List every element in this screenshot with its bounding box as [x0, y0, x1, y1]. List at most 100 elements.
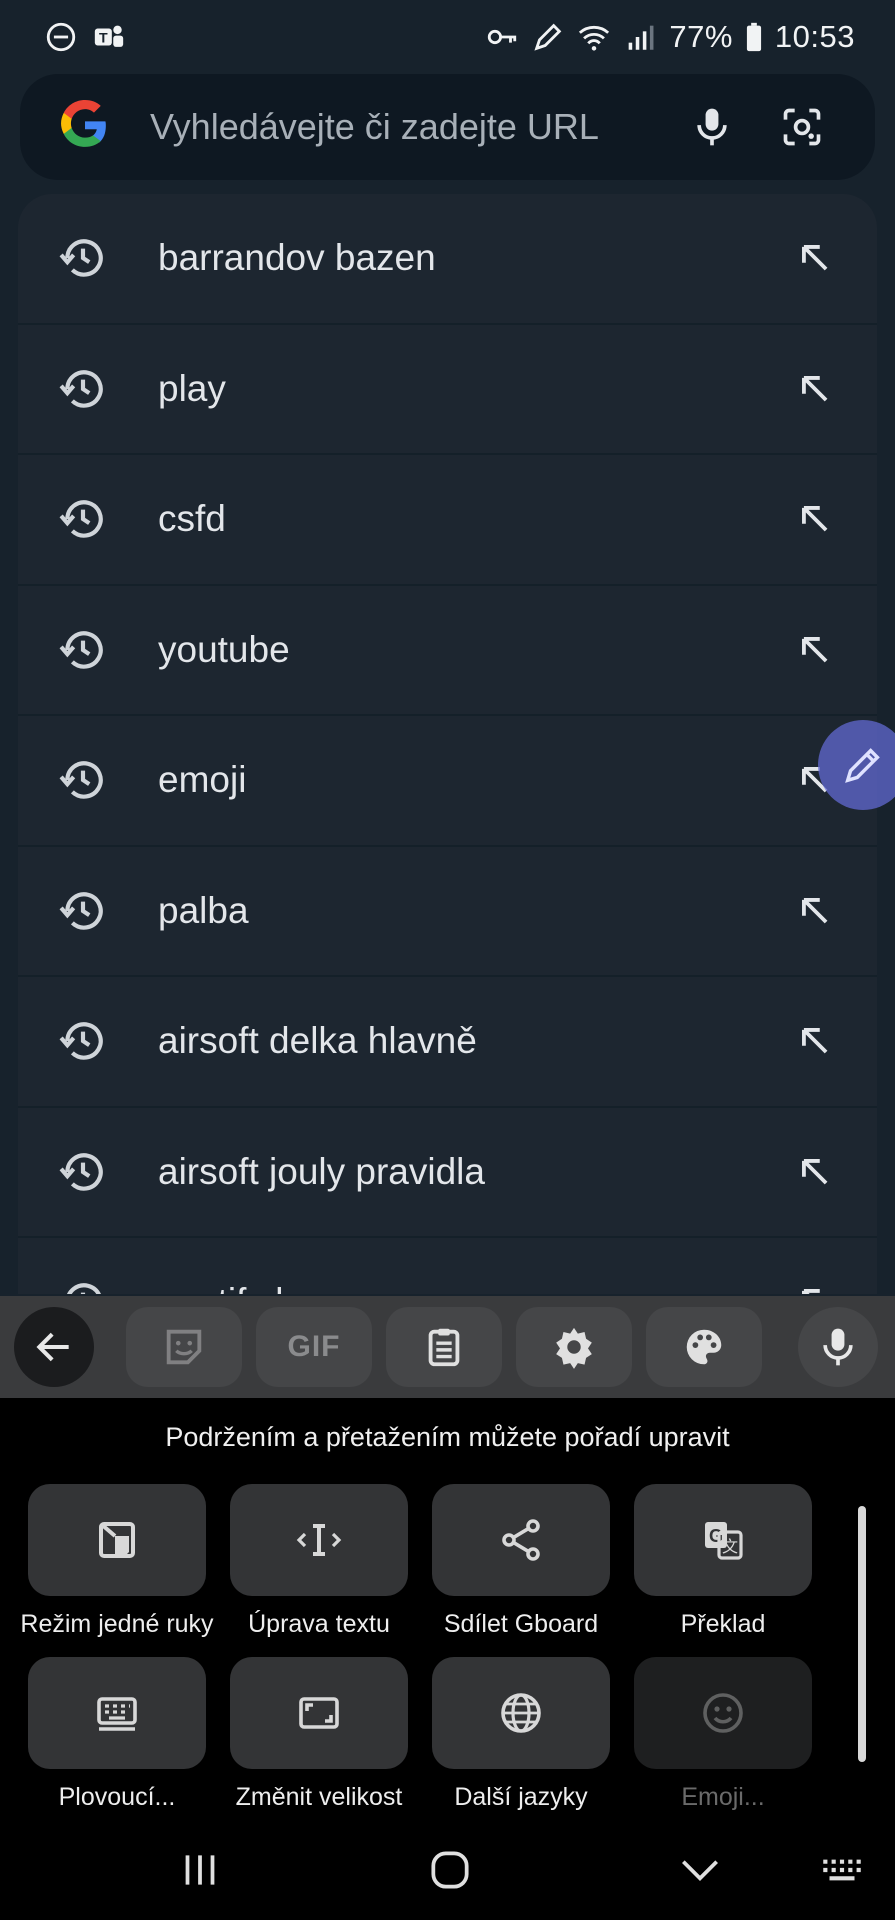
- suggestion-item[interactable]: airsoft delka hlavně: [18, 977, 877, 1108]
- tool-emoji[interactable]: Emoji...: [634, 1657, 812, 1814]
- tool-button[interactable]: G文: [634, 1484, 812, 1596]
- one-hand-icon: [99, 1522, 135, 1558]
- text-cursor-icon: [296, 1524, 342, 1556]
- suggestion-item[interactable]: spotify ba...: [18, 1238, 877, 1294]
- tool-label: Další jazyky: [454, 1783, 588, 1811]
- suggestion-text: airsoft jouly pravidla: [158, 1150, 485, 1192]
- fill-query-icon[interactable]: [785, 620, 845, 680]
- panel-scrollbar[interactable]: [858, 1506, 866, 1762]
- suggestion-text: youtube: [158, 628, 290, 670]
- lens-button[interactable]: [757, 82, 847, 172]
- suggestion-text: barrandov bazen: [158, 237, 436, 279]
- suggestion-item[interactable]: emoji: [18, 716, 877, 847]
- history-icon: [58, 1016, 108, 1066]
- tool-languages[interactable]: Další jazyky: [432, 1657, 610, 1814]
- teams-icon: T: [92, 20, 126, 54]
- clock: 10:53: [774, 19, 855, 54]
- fill-query-icon[interactable]: [785, 359, 845, 419]
- keyboard-back-button[interactable]: [14, 1307, 94, 1387]
- hide-keyboard-button[interactable]: [670, 1840, 730, 1900]
- sticker-button[interactable]: [126, 1307, 242, 1387]
- history-icon: [58, 494, 108, 544]
- suggestion-text: spotify ba...: [158, 1281, 785, 1294]
- do-not-disturb-icon: [44, 20, 78, 54]
- search-input[interactable]: [150, 106, 667, 148]
- tool-share-gboard[interactable]: Sdílet Gboard: [432, 1484, 610, 1641]
- tool-translate[interactable]: G文 Překlad: [634, 1484, 812, 1641]
- voice-search-button[interactable]: [667, 82, 757, 172]
- keyboard-voice-button[interactable]: [798, 1307, 878, 1387]
- keyboard-switch-icon: [823, 1859, 861, 1881]
- settings-button[interactable]: [516, 1307, 632, 1387]
- tool-button[interactable]: [28, 1484, 206, 1596]
- hide-keyboard-icon: [682, 1860, 718, 1881]
- mic-icon: [697, 108, 727, 146]
- tool-button[interactable]: [634, 1657, 812, 1769]
- svg-text:T: T: [99, 31, 108, 47]
- home-icon: [431, 1851, 469, 1889]
- history-icon: [58, 1277, 108, 1294]
- keyboard-icon: [97, 1697, 137, 1731]
- history-icon: [58, 886, 108, 936]
- fill-query-icon[interactable]: [785, 881, 845, 941]
- history-icon: [58, 364, 108, 414]
- history-icon: [58, 233, 108, 283]
- wifi-icon: [577, 20, 611, 54]
- tool-button[interactable]: [230, 1657, 408, 1769]
- keyboard-switch-button[interactable]: [812, 1840, 872, 1900]
- sticker-icon: [166, 1329, 202, 1365]
- tool-text-editing[interactable]: Úprava textu: [230, 1484, 408, 1641]
- tool-one-hand-mode[interactable]: Režim jedné ruky: [20, 1484, 214, 1641]
- suggestion-text: csfd: [158, 498, 226, 540]
- gif-button[interactable]: GIF: [256, 1307, 372, 1387]
- status-right: 77% 10:53: [485, 19, 855, 55]
- suggestion-item[interactable]: barrandov bazen: [18, 194, 877, 325]
- suggestion-item[interactable]: play: [18, 325, 877, 455]
- suggestion-item[interactable]: airsoft jouly pravidla: [18, 1108, 877, 1238]
- fill-query-icon[interactable]: [785, 1142, 845, 1202]
- status-bar: T 77% 10:53: [0, 0, 895, 74]
- resize-icon: [299, 1697, 339, 1729]
- tool-button[interactable]: [230, 1484, 408, 1596]
- theme-button[interactable]: [646, 1307, 762, 1387]
- clipboard-button[interactable]: [386, 1307, 502, 1387]
- keyboard-tools-panel: Podržením a přetažením můžete pořadí upr…: [0, 1398, 895, 1820]
- tool-label: Překlad: [680, 1610, 766, 1638]
- home-button[interactable]: [420, 1840, 480, 1900]
- recents-button[interactable]: [170, 1840, 230, 1900]
- history-icon: [58, 625, 108, 675]
- suggestion-text: palba: [158, 889, 249, 931]
- suggestion-item[interactable]: palba: [18, 847, 877, 977]
- share-icon: [502, 1519, 540, 1561]
- tool-label: Změnit velikost: [235, 1783, 403, 1811]
- fill-query-icon[interactable]: [785, 489, 845, 549]
- fill-query-icon[interactable]: [785, 1272, 845, 1294]
- battery-icon: [745, 20, 763, 54]
- signal-icon: [623, 20, 657, 54]
- globe-icon: [501, 1693, 541, 1733]
- svg-text:G: G: [709, 1526, 723, 1546]
- suggestion-item[interactable]: youtube: [18, 586, 877, 716]
- fill-query-icon[interactable]: [785, 1011, 845, 1071]
- reorder-hint: Podržením a přetažením můžete pořadí upr…: [165, 1422, 730, 1452]
- tool-button[interactable]: [28, 1657, 206, 1769]
- tool-label: Plovoucí...: [58, 1783, 176, 1811]
- battery-percent: 77%: [669, 19, 733, 54]
- omnibox[interactable]: [20, 74, 875, 180]
- clipboard-icon: [428, 1328, 460, 1367]
- suggestion-item[interactable]: csfd: [18, 455, 877, 586]
- gif-label: GIF: [287, 1330, 341, 1363]
- history-icon: [58, 755, 108, 805]
- vpn-key-icon: [485, 20, 519, 54]
- palette-icon: [686, 1329, 722, 1365]
- suggestion-text: airsoft delka hlavně: [158, 1020, 477, 1062]
- tool-button[interactable]: [432, 1657, 610, 1769]
- keyboard-toolbar: GIF: [0, 1296, 895, 1398]
- tool-resize[interactable]: Změnit velikost: [230, 1657, 408, 1814]
- tool-button[interactable]: [432, 1484, 610, 1596]
- recents-icon: [185, 1855, 215, 1885]
- tool-floating[interactable]: Plovoucí...: [28, 1657, 206, 1814]
- google-logo: [60, 99, 110, 155]
- fill-query-icon[interactable]: [785, 228, 845, 288]
- suggestion-text: play: [158, 367, 226, 409]
